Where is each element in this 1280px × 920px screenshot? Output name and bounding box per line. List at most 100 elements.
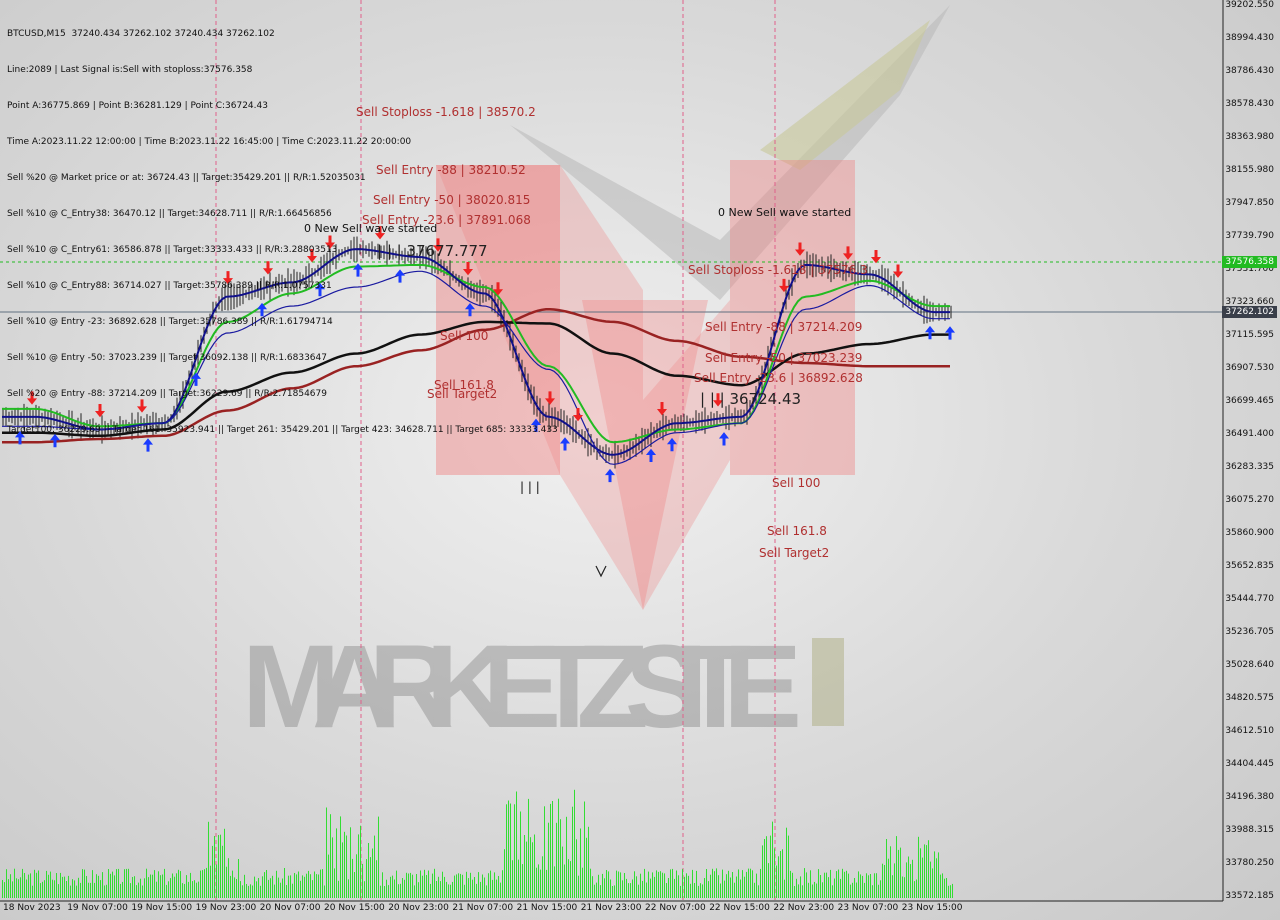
volume-bar [914, 881, 915, 898]
volume-bar [340, 816, 341, 898]
volume-bar [454, 875, 455, 898]
volume-bar [24, 873, 25, 898]
volume-bar [436, 881, 437, 898]
time-tick-label: 21 Nov 23:00 [580, 903, 642, 913]
volume-bar [360, 825, 361, 898]
volume-bar [938, 852, 939, 898]
time-tick-label: 21 Nov 15:00 [516, 903, 578, 913]
volume-bar [886, 839, 887, 898]
volume-bar [740, 879, 741, 898]
volume-bar [750, 868, 751, 898]
volume-bar [442, 871, 443, 898]
volume-bar [68, 875, 69, 898]
volume-bar [324, 885, 325, 898]
volume-bar [654, 876, 655, 898]
volume-bar [852, 882, 853, 898]
volume-bar [34, 869, 35, 898]
volume-bar [240, 881, 241, 898]
volume-bar [944, 878, 945, 898]
volume-bar [526, 841, 527, 898]
price-tick-label: 33780.250 [1225, 858, 1274, 868]
volume-bar [624, 873, 625, 898]
volume-bar [22, 868, 23, 898]
volume-bar [260, 885, 261, 898]
volume-bar [254, 876, 255, 898]
volume-bar [574, 789, 575, 898]
volume-bar [870, 874, 871, 898]
volume-bar [554, 866, 555, 898]
volume-bar [884, 865, 885, 898]
volume-bar [58, 884, 59, 898]
volume-bar [840, 878, 841, 898]
price-tick-label: 36075.270 [1225, 495, 1274, 505]
watermark-text: MARKETZ SITE [242, 621, 844, 753]
volume-bar [510, 803, 511, 898]
volume-bar [12, 881, 13, 898]
price-tick-label: 36907.530 [1225, 363, 1274, 373]
volume-bar [900, 847, 901, 898]
volume-bar [306, 873, 307, 898]
volume-bar [656, 870, 657, 898]
price-tick-label: 35028.640 [1225, 660, 1274, 670]
volume-bar [506, 804, 507, 898]
volume-bar [10, 874, 11, 898]
time-tick-label: 22 Nov 07:00 [645, 903, 706, 913]
volume-bar [156, 881, 157, 898]
volume-bar [930, 861, 931, 898]
volume-bar [88, 882, 89, 898]
volume-bar [490, 870, 491, 898]
volume-bar [258, 878, 259, 898]
volume-bar [326, 807, 327, 898]
volume-bar [530, 837, 531, 898]
volume-bar [732, 872, 733, 898]
volume-bar [16, 878, 17, 898]
volume-bar [370, 857, 371, 898]
price-tick-label: 36699.465 [1225, 396, 1274, 406]
volume-bar [762, 845, 763, 898]
volume-bar [552, 801, 553, 898]
volume-bar [516, 791, 517, 898]
volume-bar [358, 834, 359, 898]
volume-bar [716, 868, 717, 898]
volume-bar [872, 885, 873, 898]
volume-bar [536, 867, 537, 898]
volume-bar [746, 871, 747, 898]
volume-bar [168, 881, 169, 898]
volume-bar [714, 871, 715, 898]
volume-bar [770, 835, 771, 898]
volume-bar [362, 863, 363, 898]
label-left-ticks: | | | [520, 480, 540, 494]
volume-bar [500, 882, 501, 898]
volume-bar [844, 871, 845, 898]
volume-bar [570, 861, 571, 898]
volume-bar [896, 836, 897, 898]
volume-bar [110, 873, 111, 898]
volume-bar [912, 859, 913, 898]
volume-bar [284, 868, 285, 898]
time-tick-label: 22 Nov 23:00 [773, 903, 835, 913]
volume-bar [412, 874, 413, 898]
volume-bar [572, 806, 573, 898]
volume-bar [46, 870, 47, 898]
volume-bar [404, 879, 405, 898]
volume-bar [524, 835, 525, 898]
volume-bar [772, 821, 773, 898]
volume-bar [548, 822, 549, 898]
volume-bar [686, 873, 687, 898]
volume-bar [206, 867, 207, 898]
volume-bar [182, 883, 183, 898]
volume-bar [140, 878, 141, 898]
buy-arrow-icon [944, 326, 956, 340]
volume-bar [600, 885, 601, 898]
volume-bar [410, 872, 411, 898]
label-left-stoploss: Sell Stoploss -1.618 | 38570.2 [356, 105, 536, 119]
volume-bar [488, 873, 489, 898]
volume-bar [512, 860, 513, 898]
volume-bar [484, 877, 485, 898]
volume-bar [280, 882, 281, 898]
volume-bar [138, 882, 139, 898]
volume-bar [434, 868, 435, 898]
volume-bar [30, 873, 31, 898]
volume-bar [378, 816, 379, 898]
volume-bar [210, 865, 211, 898]
